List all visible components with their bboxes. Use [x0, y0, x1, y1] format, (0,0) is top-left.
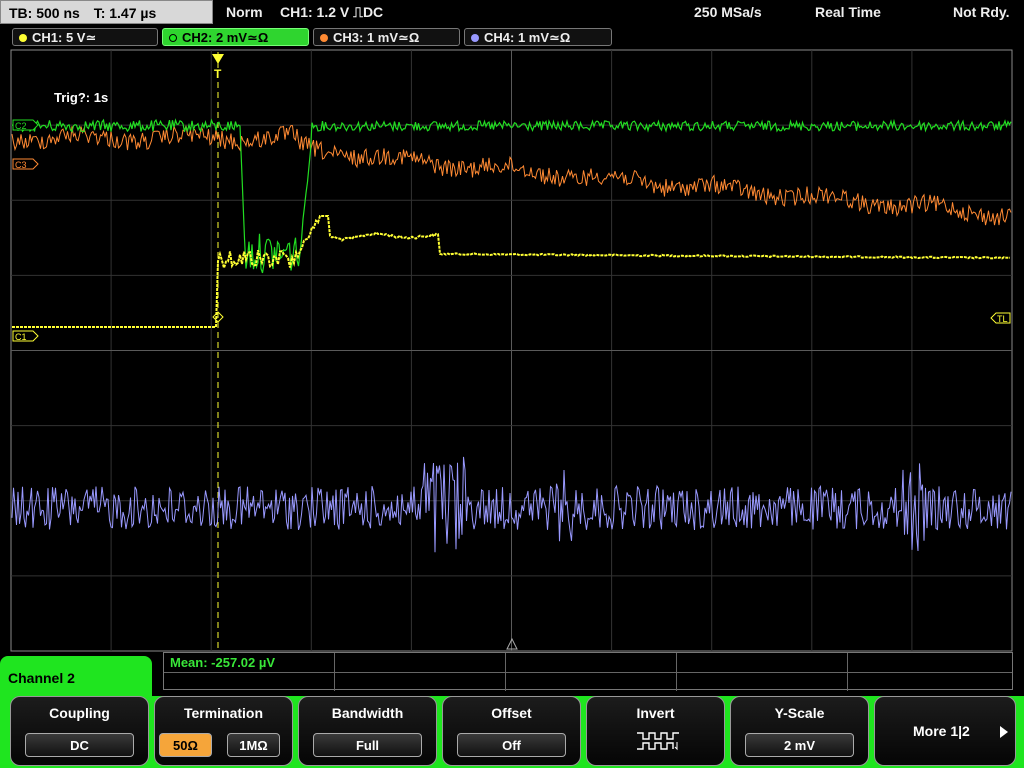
measurement-divider — [164, 672, 1012, 673]
offset-value[interactable]: Off — [457, 733, 566, 757]
next-page-icon — [1000, 726, 1008, 738]
svg-text:C2: C2 — [15, 121, 27, 131]
status-bar: TB: 500 ns T: 1.47 µs Norm CH1: 1.2 V ⎍D… — [0, 0, 1024, 26]
bandwidth-softkey[interactable]: Bandwidth Full — [298, 696, 437, 766]
svg-text:TL: TL — [997, 314, 1008, 324]
channel-bar: CH1: 5 V≃ CH2: 2 mV≃Ω CH3: 1 mV≃Ω CH4: 1… — [0, 26, 1024, 48]
channel-3-label: CH3: 1 mV≃Ω — [333, 30, 420, 45]
invert-waveform-icon — [637, 732, 679, 751]
mean-measurement: Mean: -257.02 µV — [170, 655, 276, 670]
channel-1-color-icon — [19, 34, 27, 42]
coupling-softkey[interactable]: Coupling DC — [10, 696, 149, 766]
channel-3-color-icon — [320, 34, 328, 42]
svg-text:C3: C3 — [15, 160, 27, 170]
invert-softkey[interactable]: Invert — [586, 696, 725, 766]
coupling-label: Coupling — [49, 705, 110, 721]
waveform-display[interactable]: T C2 C3 C1 TL Trig?: 1s — [0, 48, 1024, 652]
trigger-time-value: T: 1.47 µs — [93, 5, 157, 21]
coupling-value[interactable]: DC — [25, 733, 134, 757]
menu-area: Channel 2 Mean: -257.02 µV Coupling DC T… — [0, 652, 1024, 768]
y-scale-value[interactable]: 2 mV — [745, 733, 854, 757]
measurement-divider — [334, 653, 335, 691]
trigger-source[interactable]: CH1: 1.2 V ⎍DC — [280, 0, 383, 24]
channel-1-label: CH1: 5 V≃ — [32, 30, 97, 45]
termination-label: Termination — [183, 705, 264, 721]
offset-label: Offset — [491, 705, 532, 721]
channel-4-color-icon — [471, 34, 479, 42]
measurement-divider — [505, 653, 506, 691]
channel-3-button[interactable]: CH3: 1 mV≃Ω — [313, 28, 460, 46]
timebase-value: TB: 500 ns — [9, 5, 80, 21]
termination-50-ohm-option[interactable]: 50Ω — [159, 733, 212, 757]
y-scale-softkey[interactable]: Y-Scale 2 mV — [730, 696, 869, 766]
invert-label: Invert — [636, 705, 675, 721]
channel-3-marker[interactable]: C3 — [12, 158, 39, 170]
channel-2-marker[interactable]: C2 — [12, 119, 39, 131]
channel-4-button[interactable]: CH4: 1 mV≃Ω — [464, 28, 612, 46]
trigger-info-text: Trig?: 1s — [54, 90, 108, 105]
measurement-divider — [847, 653, 848, 691]
channel-4-label: CH4: 1 mV≃Ω — [484, 30, 571, 45]
menu-title: Channel 2 — [0, 656, 152, 700]
trigger-mode[interactable]: Norm — [226, 0, 263, 24]
svg-text:T: T — [214, 67, 222, 81]
channel-2-label: CH2: 2 mV≃Ω — [182, 30, 269, 45]
timebase-box[interactable]: TB: 500 ns T: 1.47 µs — [0, 0, 213, 24]
softkey-row: Coupling DC Termination 50Ω 1MΩ Bandwidt… — [0, 696, 1024, 768]
channel-1-button[interactable]: CH1: 5 V≃ — [12, 28, 158, 46]
channel-1-marker[interactable]: C1 — [12, 330, 39, 342]
trigger-status: Not Rdy. — [953, 4, 1010, 20]
bandwidth-value[interactable]: Full — [313, 733, 422, 757]
sample-rate: 250 MSa/s — [694, 4, 762, 20]
more-label: More 1|2 — [913, 723, 970, 739]
channel-2-color-icon — [169, 34, 177, 42]
measurement-divider — [676, 653, 677, 691]
svg-text:C1: C1 — [15, 332, 27, 342]
bandwidth-label: Bandwidth — [331, 705, 404, 721]
offset-softkey[interactable]: Offset Off — [442, 696, 581, 766]
measurement-panel: Mean: -257.02 µV — [163, 652, 1013, 691]
acquisition-mode: Real Time — [815, 4, 881, 20]
channel-2-button[interactable]: CH2: 2 mV≃Ω — [162, 28, 309, 46]
termination-1m-ohm-option[interactable]: 1MΩ — [227, 733, 280, 757]
more-softkey[interactable]: More 1|2 — [874, 696, 1016, 766]
termination-softkey[interactable]: Termination 50Ω 1MΩ — [154, 696, 293, 766]
y-scale-label: Y-Scale — [774, 705, 825, 721]
